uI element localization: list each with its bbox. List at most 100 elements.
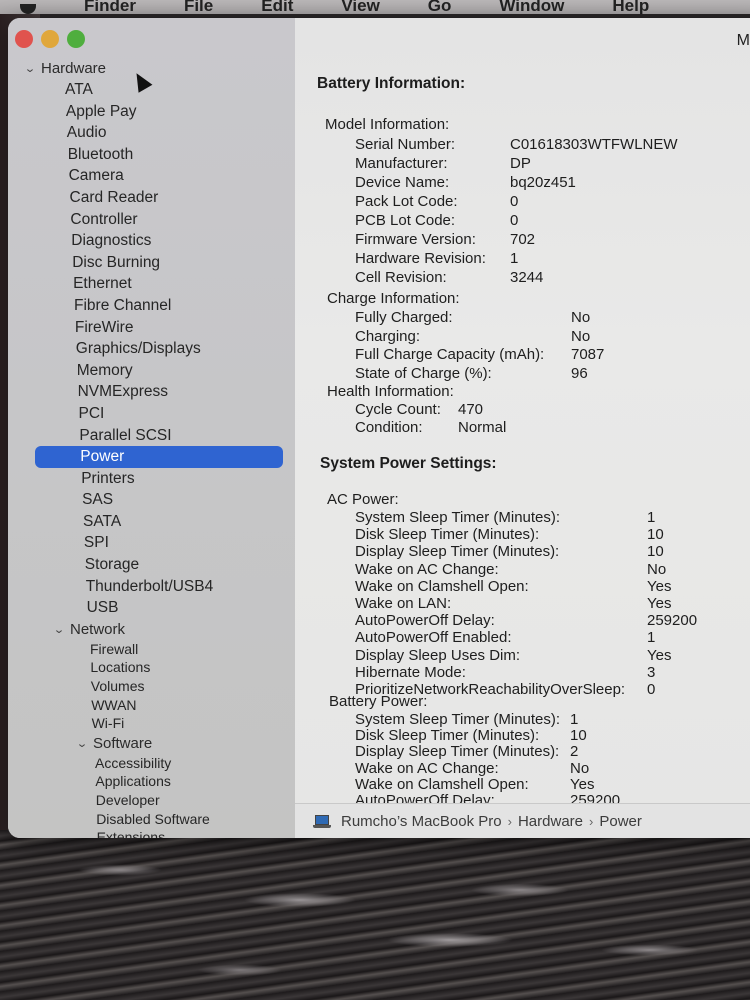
field-value: 3244 [510, 269, 544, 286]
chevron-down-icon[interactable]: ⌄ [50, 623, 68, 636]
field-label: Cell Revision: [355, 269, 447, 286]
field-value: 1 [510, 250, 519, 267]
battery-information-title: Battery Information: [317, 75, 466, 92]
sidebar-item-wi-fi[interactable]: Wi-Fi [8, 714, 295, 733]
sidebar-item-firewall[interactable]: Firewall [8, 640, 295, 659]
sidebar-item-sas[interactable]: SAS [8, 489, 295, 511]
health-information-heading: Health Information: [327, 383, 454, 400]
sidebar-item-sata[interactable]: SATA [8, 511, 295, 533]
field-value: bq20z451 [510, 174, 576, 191]
sidebar-item-accessibility[interactable]: Accessibility [8, 754, 295, 773]
menu-help[interactable]: Help [612, 0, 649, 14]
path-crumb-computer[interactable]: Rumcho’s MacBook Pro [341, 813, 502, 830]
menu-finder[interactable]: Finder [84, 0, 136, 14]
sidebar-item-diagnostics[interactable]: Diagnostics [8, 230, 295, 252]
chevron-down-icon[interactable]: ⌄ [21, 62, 39, 75]
sidebar-item-ethernet[interactable]: Ethernet [8, 273, 295, 295]
sidebar-item-extensions[interactable]: Extensions [8, 828, 295, 838]
sidebar-item-camera[interactable]: Camera [8, 165, 295, 187]
field-value: No [570, 759, 590, 777]
apple-menu-icon[interactable] [20, 4, 36, 14]
field-value: 3 [647, 663, 656, 681]
sidebar-item-developer[interactable]: Developer [8, 791, 295, 810]
sidebar-item-audio[interactable]: Audio [8, 122, 295, 144]
sidebar-item-usb[interactable]: USB [8, 597, 295, 619]
sidebar-item-disc-burning[interactable]: Disc Burning [8, 252, 295, 274]
menu-file[interactable]: File [184, 0, 213, 14]
field-value: 10 [647, 526, 664, 544]
ac-power-heading: AC Power: [327, 491, 399, 508]
menu-edit[interactable]: Edit [261, 0, 293, 14]
sidebar-item-fibre-channel[interactable]: Fibre Channel [8, 295, 295, 317]
field-label: Wake on LAN: [355, 595, 452, 612]
field-label: Charging: [355, 327, 421, 345]
field-value: 702 [510, 231, 536, 248]
sidebar-item-printers[interactable]: Printers [8, 468, 295, 490]
field-value: No [647, 560, 667, 578]
field-value: 10 [647, 543, 664, 561]
charge-information-heading: Charge Information: [327, 290, 460, 307]
field-label: Display Sleep Timer (Minutes): [355, 743, 560, 761]
sidebar-item-nvmexpress[interactable]: NVMExpress [8, 381, 295, 403]
field-value: 0 [510, 193, 519, 210]
field-label: Hibernate Mode: [355, 663, 466, 681]
zoom-button[interactable] [67, 30, 85, 48]
sidebar-item-volumes[interactable]: Volumes [8, 677, 295, 696]
sidebar-item-locations[interactable]: Locations [8, 658, 295, 677]
menu-go[interactable]: Go [428, 0, 452, 14]
field-value: 0 [647, 681, 656, 698]
menu-bar: Finder File Edit View Go Window Help [0, 0, 750, 14]
sidebar-item-card-reader[interactable]: Card Reader [8, 187, 295, 209]
field-value: 0 [510, 212, 519, 229]
field-label: PCB Lot Code: [355, 212, 456, 229]
menu-window[interactable]: Window [499, 0, 564, 14]
sidebar-item-storage[interactable]: Storage [8, 554, 295, 576]
window-title: M [736, 32, 750, 49]
window-controls [15, 30, 85, 48]
sidebar-group-software[interactable]: ⌄ Software [8, 733, 295, 754]
field-value: 2 [570, 743, 579, 761]
sidebar-item-memory[interactable]: Memory [8, 360, 295, 382]
sidebar-item-disabled-software[interactable]: Disabled Software [8, 810, 295, 829]
sidebar: ⌄ Hardware ATA Apple Pay Audio Bluetooth Camer… [8, 18, 295, 838]
sidebar-item-thunderbolt-usb4[interactable]: Thunderbolt/USB4 [8, 576, 295, 598]
sidebar-item-wwan[interactable]: WWAN [8, 696, 295, 715]
field-label: Condition: [355, 419, 423, 436]
sidebar-item-graphics-displays[interactable]: Graphics/Displays [8, 338, 295, 360]
sidebar-group-hardware[interactable]: ⌄ Hardware [8, 58, 295, 79]
sidebar-item-parallel-scsi[interactable]: Parallel SCSI [8, 425, 295, 447]
sidebar-item-power[interactable]: Power [35, 446, 283, 468]
sidebar-item-controller[interactable]: Controller [8, 209, 295, 231]
field-label: Disk Sleep Timer (Minutes): [355, 526, 540, 544]
field-label: Disk Sleep Timer (Minutes): [355, 727, 540, 745]
field-value: 1 [647, 509, 656, 526]
field-value: 7087 [571, 346, 605, 363]
close-button[interactable] [15, 30, 33, 48]
field-label: Wake on AC Change: [355, 759, 499, 777]
sidebar-item-applications[interactable]: Applications [8, 772, 295, 791]
field-value: Normal [458, 419, 507, 436]
chevron-right-icon: › [589, 813, 594, 829]
sidebar-item-pci[interactable]: PCI [8, 403, 295, 425]
detail-pane: M Battery Information: Model Information… [295, 18, 750, 838]
sidebar-item-bluetooth[interactable]: Bluetooth [8, 144, 295, 166]
field-value: 1 [647, 629, 656, 647]
sidebar-group-label: Network [70, 620, 126, 638]
field-label: AutoPowerOff Delay: [355, 612, 495, 630]
field-label: Wake on Clamshell Open: [355, 775, 529, 793]
sidebar-group-network[interactable]: ⌄ Network [8, 619, 295, 640]
sidebar-item-spi[interactable]: SPI [8, 532, 295, 554]
sidebar-item-firewire[interactable]: FireWire [8, 317, 295, 339]
model-information-heading: Model Information: [325, 116, 450, 133]
path-crumb-hardware[interactable]: Hardware [518, 813, 583, 830]
sidebar-item-apple-pay[interactable]: Apple Pay [8, 101, 295, 123]
menu-view[interactable]: View [341, 0, 379, 14]
chevron-down-icon[interactable]: ⌄ [73, 737, 91, 750]
path-bar: Rumcho’s MacBook Pro › Hardware › Power [295, 803, 750, 838]
sidebar-group-label: Software [93, 734, 153, 752]
path-crumb-power[interactable]: Power [599, 813, 642, 830]
field-label: AutoPowerOff Enabled: [355, 629, 512, 647]
minimize-button[interactable] [41, 30, 59, 48]
field-label: Device Name: [355, 174, 450, 191]
field-value: 96 [571, 364, 588, 382]
